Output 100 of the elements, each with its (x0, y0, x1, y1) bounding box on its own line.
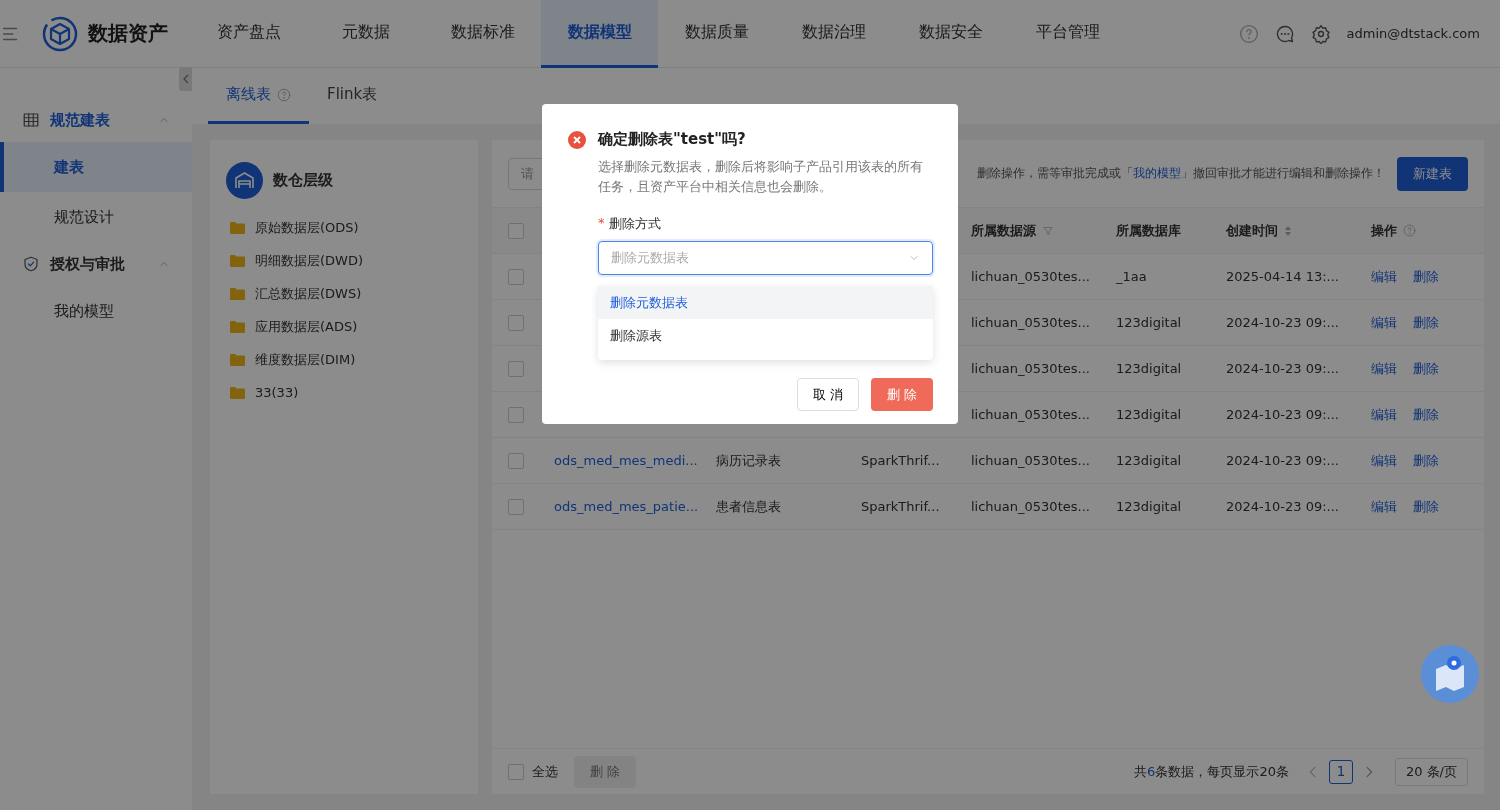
delete-link[interactable]: 删除 (1413, 405, 1439, 424)
folder-icon (230, 386, 245, 399)
delete-link[interactable]: 删除 (1413, 359, 1439, 378)
my-models-link[interactable]: 我的模型 (1133, 166, 1181, 180)
edit-link[interactable]: 编辑 (1371, 313, 1397, 332)
edit-link[interactable]: 编辑 (1371, 451, 1397, 470)
assistant-icon[interactable] (1421, 645, 1479, 703)
table-cell-text: lichuan_0530tes... (971, 269, 1091, 284)
edit-link[interactable]: 编辑 (1371, 359, 1397, 378)
column-header: 所属数据库 (1116, 221, 1181, 240)
dialog-description: 选择删除元数据表，删除后将影响子产品引用该表的所有任务，且资产平台中相关信息也会删除。 (598, 158, 924, 196)
sidebar-group[interactable]: 规范建表 (0, 98, 192, 142)
table-cell-text: lichuan_0530tes... (971, 407, 1091, 422)
chat-icon[interactable] (1274, 23, 1295, 44)
edit-link[interactable]: 编辑 (1371, 267, 1397, 286)
required-mark: * (598, 215, 605, 232)
folder-icon (230, 221, 245, 234)
nav-tab[interactable]: 数据标准 (424, 0, 541, 68)
tree-item[interactable]: 应用数据层(ADS) (255, 317, 358, 336)
filter-icon (1042, 224, 1054, 237)
delete-link[interactable]: 删除 (1413, 497, 1439, 516)
tree-item[interactable]: 明细数据层(DWD) (255, 251, 364, 270)
row-checkbox[interactable] (508, 268, 524, 285)
warehouse-icon (226, 162, 263, 199)
header-checkbox[interactable] (508, 222, 524, 239)
sidebar-item[interactable]: 规范设计 (0, 192, 192, 242)
page-button[interactable]: 1 (1328, 759, 1353, 784)
table-cell-text: 2025-04-14 13:... (1226, 269, 1340, 284)
tree-item[interactable]: 汇总数据层(DWS) (255, 284, 362, 303)
help-icon (277, 87, 291, 102)
table-name-link[interactable]: ods_med_mes_patie... (554, 499, 699, 514)
table-cell-text: 2024-10-23 09:... (1226, 361, 1340, 376)
cube-logo-icon (42, 15, 78, 52)
table-cell-text: 123digital (1116, 361, 1183, 376)
table-cell: 病历记录表 (716, 452, 781, 468)
nav-tab[interactable]: 资产盘点 (190, 0, 307, 68)
table-cell-text: 123digital (1116, 453, 1183, 468)
app-name: 数据资产 (88, 20, 168, 47)
tree-item[interactable]: 维度数据层(DIM) (255, 350, 356, 369)
sort-icon[interactable] (1284, 224, 1292, 237)
panel-title: 数仓层级 (273, 171, 333, 190)
table-cell-text: lichuan_0530tes... (971, 453, 1091, 468)
table-cell-text: 123digital (1116, 407, 1183, 422)
column-header: 创建时间 (1226, 221, 1278, 240)
edit-link[interactable]: 编辑 (1371, 405, 1397, 424)
tree-item[interactable]: 33(33) (255, 385, 299, 400)
tree-item[interactable]: 原始数据层(ODS) (255, 218, 359, 237)
collapse-button[interactable] (179, 67, 192, 91)
select-all-label: 全选 (532, 762, 558, 781)
table-cell-text: lichuan_0530tes... (971, 361, 1091, 376)
folder-icon (230, 287, 245, 300)
nav-tab[interactable]: 元数据 (307, 0, 424, 68)
table-name-link[interactable]: ods_med_mes_medi... (554, 453, 698, 468)
row-checkbox[interactable] (508, 360, 524, 377)
row-checkbox[interactable] (508, 498, 524, 515)
table-cell: 患者信息表 (716, 498, 781, 514)
settings-icon[interactable] (1310, 23, 1331, 44)
page-size-select[interactable]: 20 条/页 (1394, 757, 1468, 786)
sidebar-item[interactable]: 建表 (0, 142, 192, 192)
dropdown-option[interactable]: 删除元数据表 (598, 286, 933, 319)
nav-tab[interactable]: 数据模型 (541, 0, 658, 68)
delete-link[interactable]: 删除 (1413, 267, 1439, 286)
approval-notice: 删除操作，需等审批完成或「我的模型」撤回审批才能进行编辑和删除操作！ (977, 165, 1385, 182)
select-all-checkbox[interactable] (508, 763, 524, 780)
chevron-left-icon (182, 74, 189, 84)
table-cell-text: lichuan_0530tes... (971, 315, 1091, 330)
table-cell-text: 2024-10-23 09:... (1226, 407, 1340, 422)
dropdown-option[interactable]: 删除源表 (598, 319, 933, 352)
help-icon (1238, 23, 1259, 44)
folder-icon (230, 320, 245, 333)
delete-link[interactable]: 删除 (1413, 313, 1439, 332)
table-cell-text: 123digital (1116, 499, 1183, 514)
dialog-title: 确定删除表"test"吗? (598, 130, 746, 149)
nav-tab[interactable]: 数据治理 (775, 0, 892, 68)
row-checkbox[interactable] (508, 452, 524, 469)
nav-tab[interactable]: 平台管理 (1009, 0, 1126, 68)
shield-check-icon (22, 255, 40, 273)
row-checkbox[interactable] (508, 314, 524, 331)
table-cell-text: 2024-10-23 09:... (1226, 499, 1340, 514)
folder-icon (230, 353, 245, 366)
table-cell-text: _1aa (1116, 269, 1148, 284)
edit-link[interactable]: 编辑 (1371, 497, 1397, 516)
delete-link[interactable]: 删除 (1413, 451, 1439, 470)
table-icon (22, 111, 40, 129)
nav-tab[interactable]: 数据质量 (658, 0, 775, 68)
table-cell-text: lichuan_0530tes... (971, 499, 1091, 514)
view-tab[interactable]: 离线表 (208, 68, 309, 124)
user-account[interactable]: admin@dtstack.com (1346, 26, 1480, 41)
field-label: 删除方式 (608, 215, 661, 233)
table-cell: SparkThrif... (861, 499, 940, 514)
sidebar-group[interactable]: 授权与审批 (0, 242, 192, 286)
view-tab[interactable]: Flink表 (309, 68, 396, 124)
nav-tab[interactable]: 数据安全 (892, 0, 1009, 68)
sidebar-item[interactable]: 我的模型 (0, 286, 192, 336)
delete-button[interactable]: 删 除 (871, 378, 933, 411)
column-header: 操作 (1371, 221, 1397, 240)
new-table-button[interactable]: 新建表 (1397, 156, 1468, 191)
row-checkbox[interactable] (508, 406, 524, 423)
delete-mode-select[interactable]: 删除元数据表 (598, 241, 933, 275)
cancel-button[interactable]: 取 消 (797, 378, 859, 411)
